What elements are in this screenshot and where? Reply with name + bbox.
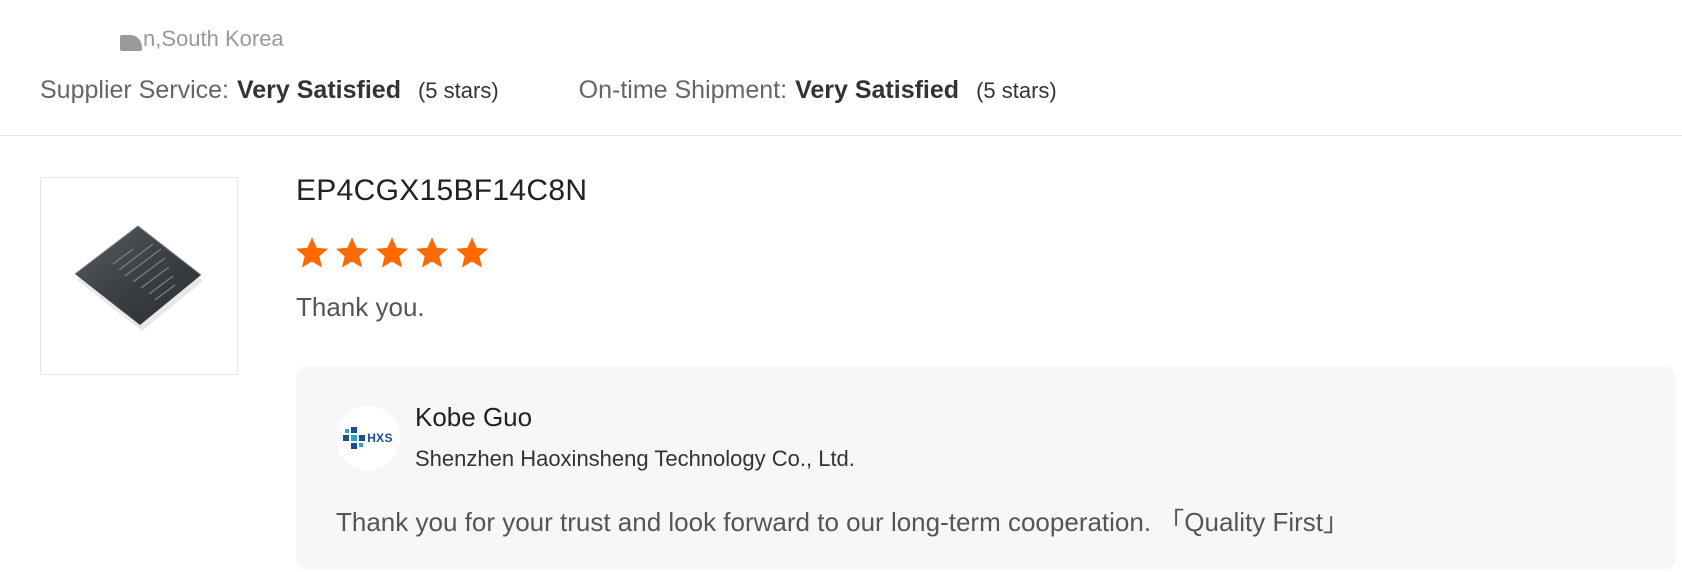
supplier-service-stars: (5 stars) (417, 77, 499, 103)
reviewer-location-text: n,South Korea (143, 26, 284, 51)
star-icon (455, 237, 489, 268)
review-comment: Thank you. (296, 292, 425, 322)
star-icon (295, 237, 329, 268)
review-item: n,South Korea Supplier Service: Very Sat… (0, 0, 1682, 572)
star-icon (375, 237, 409, 268)
ontime-shipment-label: On-time Shipment: (578, 75, 788, 104)
star-icon (415, 237, 449, 268)
chip-icon (74, 225, 203, 331)
product-image[interactable] (40, 177, 238, 375)
supplier-service-value: Very Satisfied (236, 75, 401, 104)
ontime-shipment-stars: (5 stars) (976, 77, 1057, 103)
reply-author-name: Kobe Guo (415, 402, 533, 432)
supplier-avatar: HXS (336, 406, 400, 470)
star-icon (335, 237, 369, 268)
hxs-logo-icon (343, 427, 366, 449)
supplier-logo: HXS (343, 427, 393, 449)
reply-company-name[interactable]: Shenzhen Haoxinsheng Technology Co., Ltd… (415, 446, 855, 472)
ontime-shipment-rating: On-time Shipment: Very Satisfied (5 star… (579, 76, 1057, 105)
supplier-logo-text: HXS (367, 431, 393, 445)
ontime-shipment-value: Very Satisfied (795, 75, 960, 104)
product-star-rating (294, 235, 494, 271)
section-divider (0, 135, 1682, 136)
product-title[interactable]: EP4CGX15BF14C8N (296, 174, 587, 208)
reply-message: Thank you for your trust and look forwar… (336, 507, 1349, 537)
supplier-service-rating: Supplier Service: Very Satisfied (5 star… (40, 76, 499, 105)
supplier-reply-card: HXS Kobe Guo Shenzhen Haoxinsheng Techno… (296, 366, 1676, 570)
reviewer-location: n,South Korea (120, 26, 284, 52)
country-flag-icon (120, 35, 142, 51)
ratings-row: Supplier Service: Very Satisfied (5 star… (40, 70, 1057, 110)
supplier-service-label: Supplier Service: (40, 75, 229, 104)
